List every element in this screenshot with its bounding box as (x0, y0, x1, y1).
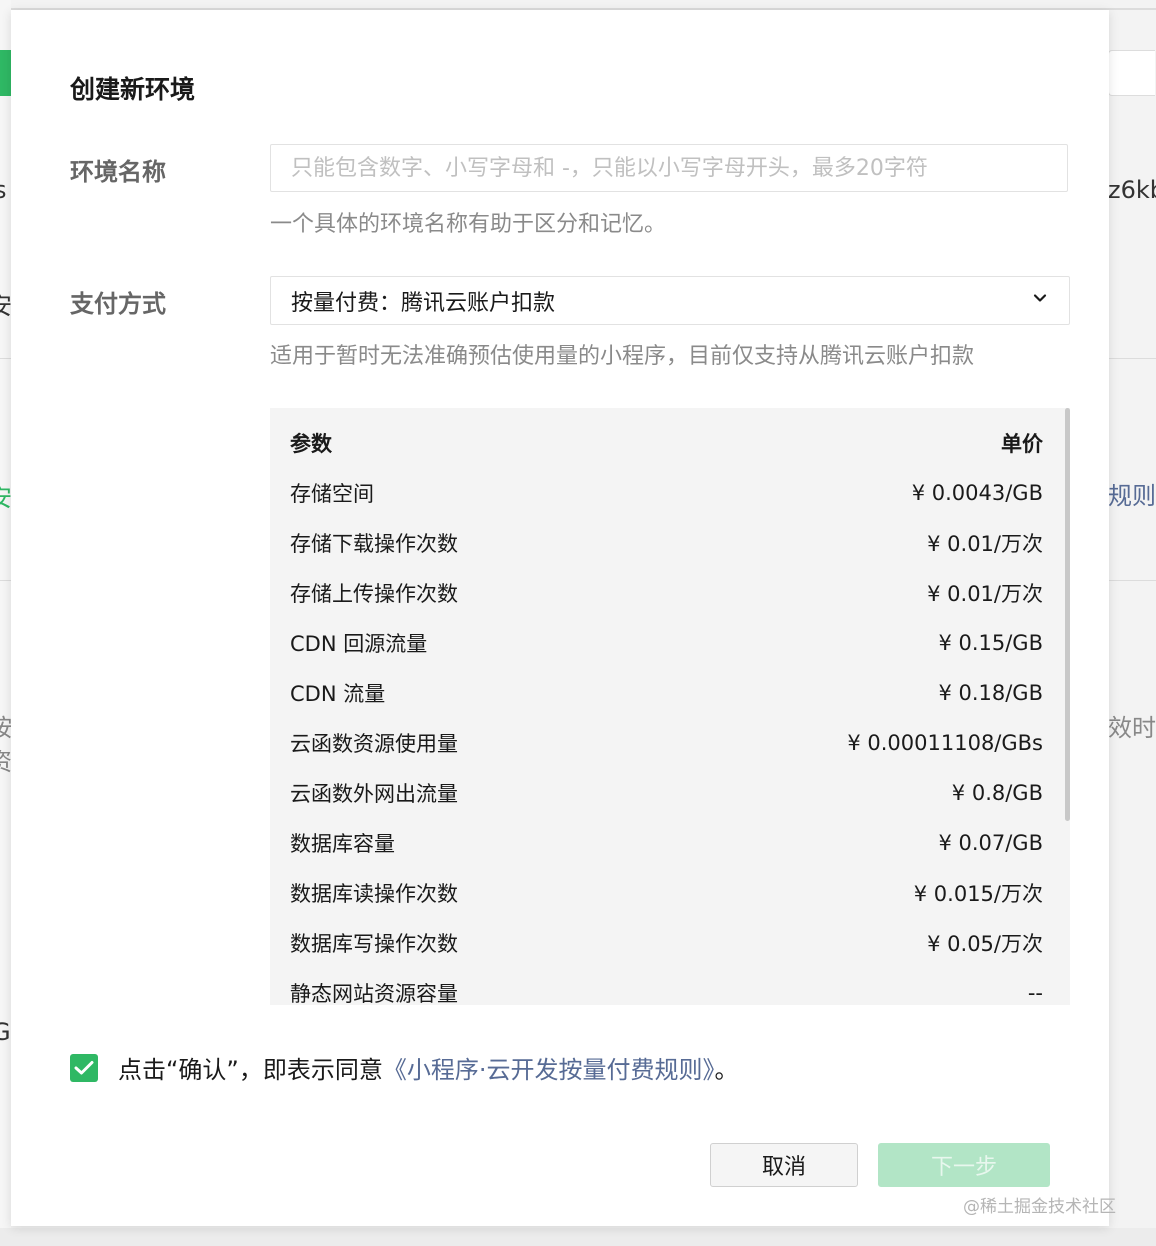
price-value: ¥ 0.01/万次 (927, 532, 1043, 556)
price-param: 存储上传操作次数 (290, 582, 458, 606)
agreement-row: 点击“确认”，即表示同意《小程序·云开发按量付费规则》。 (70, 1050, 739, 1085)
dialog-title: 创建新环境 (70, 75, 196, 104)
price-table-row: 数据库读操作次数 ¥ 0.015/万次 (290, 868, 1043, 918)
price-value: ¥ 0.07/GB (938, 831, 1043, 855)
price-param: 云函数资源使用量 (290, 732, 458, 756)
agreement-suffix: 。 (714, 1056, 739, 1084)
background-divider (1108, 358, 1156, 359)
chevron-down-icon (1031, 288, 1049, 313)
env-name-input[interactable] (270, 144, 1068, 192)
cancel-button[interactable]: 取消 (710, 1143, 858, 1187)
price-table-row: 静态网站资源容量 -- (290, 968, 1043, 1005)
price-table-row: CDN 回源流量 ¥ 0.15/GB (290, 618, 1043, 668)
price-value: ¥ 0.15/GB (938, 631, 1043, 655)
background-text-fragment: 效时 (1108, 714, 1156, 742)
price-table-header-param: 参数 (290, 432, 332, 456)
price-param: 存储空间 (290, 482, 374, 506)
background-text-fragment: z6kb (1108, 176, 1156, 204)
price-table-row: 存储上传操作次数 ¥ 0.01/万次 (290, 568, 1043, 618)
payment-method-hint: 适用于暂时无法准确预估使用量的小程序，目前仅支持从腾讯云账户扣款 (270, 344, 975, 369)
agreement-prefix: 点击“确认”，即表示同意 (118, 1056, 383, 1084)
agreement-checkbox[interactable] (70, 1053, 98, 1082)
background-divider (0, 580, 11, 581)
background-text-fragment: G (0, 1018, 11, 1046)
background-link-fragment[interactable]: 规则 (1108, 476, 1156, 511)
price-value: ¥ 0.8/GB (951, 781, 1043, 805)
price-table[interactable]: 参数 单价 存储空间 ¥ 0.0043/GB 存储下载操作次数 ¥ 0.01/万… (270, 408, 1070, 1005)
payment-method-label: 支付方式 (70, 290, 166, 318)
price-table-row: 云函数资源使用量 ¥ 0.00011108/GBs (290, 718, 1043, 768)
price-value: ¥ 0.01/万次 (927, 582, 1043, 606)
env-name-label: 环境名称 (70, 158, 166, 186)
price-table-header-price: 单价 (1001, 432, 1043, 456)
price-param: 数据库容量 (290, 832, 395, 856)
price-param: CDN 流量 (290, 682, 386, 706)
price-value: ¥ 0.00011108/GBs (847, 731, 1043, 755)
background-input (1108, 50, 1155, 96)
agreement-text: 点击“确认”，即表示同意《小程序·云开发按量付费规则》。 (118, 1050, 739, 1085)
background-text-fragment: s (0, 176, 7, 204)
payment-method-select[interactable]: 按量付费：腾讯云账户扣款 (270, 276, 1070, 325)
price-table-header: 参数 单价 (290, 418, 1043, 468)
price-table-row: 数据库容量 ¥ 0.07/GB (290, 818, 1043, 868)
price-value: ¥ 0.015/万次 (913, 882, 1043, 906)
price-table-row: 存储下载操作次数 ¥ 0.01/万次 (290, 518, 1043, 568)
billing-rules-link[interactable]: 《小程序·云开发按量付费规则》 (383, 1056, 715, 1084)
price-param: 数据库读操作次数 (290, 882, 458, 906)
env-name-hint: 一个具体的环境名称有助于区分和记忆。 (270, 212, 667, 237)
background-divider (1108, 580, 1156, 581)
price-param: 存储下载操作次数 (290, 532, 458, 556)
price-value: -- (1027, 981, 1043, 1005)
watermark: @稀土掘金技术社区 (963, 1197, 1116, 1217)
create-environment-dialog: 创建新环境 环境名称 一个具体的环境名称有助于区分和记忆。 支付方式 按量付费：… (11, 10, 1109, 1226)
price-table-row: 存储空间 ¥ 0.0043/GB (290, 468, 1043, 518)
price-value: ¥ 0.18/GB (938, 681, 1043, 705)
payment-method-selected-value: 按量付费：腾讯云账户扣款 (291, 290, 556, 316)
next-step-button[interactable]: 下一步 (878, 1143, 1050, 1187)
price-value: ¥ 0.0043/GB (911, 481, 1043, 505)
price-param: 数据库写操作次数 (290, 932, 458, 956)
price-table-row: 数据库写操作次数 ¥ 0.05/万次 (290, 918, 1043, 968)
background-bottom-band (0, 1228, 1156, 1246)
background-divider (0, 358, 11, 359)
price-table-scrollbar[interactable] (1065, 408, 1070, 821)
check-icon (74, 1060, 94, 1074)
price-table-row: CDN 流量 ¥ 0.18/GB (290, 668, 1043, 718)
price-param: 静态网站资源容量 (290, 982, 458, 1005)
price-table-row: 云函数外网出流量 ¥ 0.8/GB (290, 768, 1043, 818)
price-value: ¥ 0.05/万次 (927, 932, 1043, 956)
price-param: 云函数外网出流量 (290, 782, 458, 806)
price-param: CDN 回源流量 (290, 632, 428, 656)
